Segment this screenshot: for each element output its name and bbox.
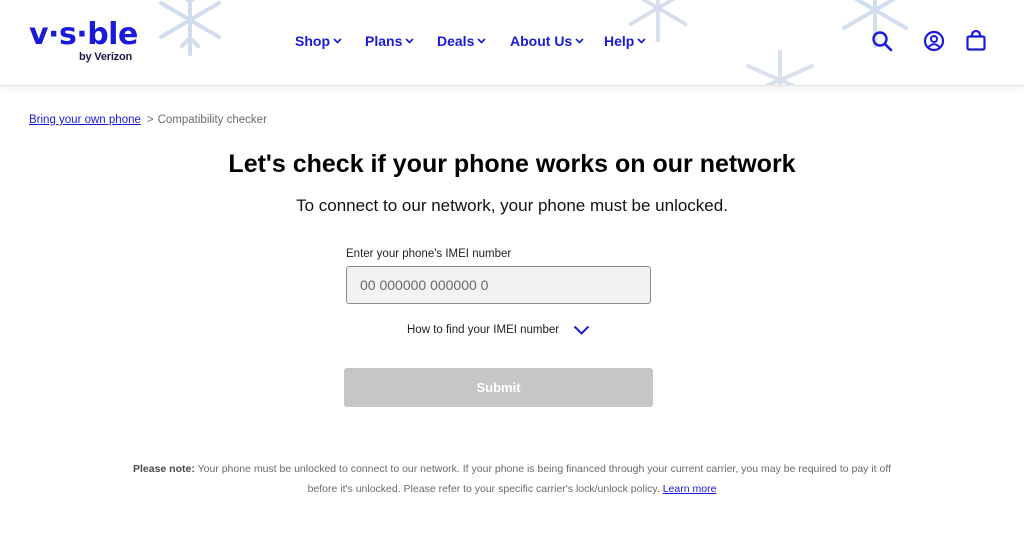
chevron-down-icon <box>575 38 584 44</box>
nav-item-label: Deals <box>437 33 475 49</box>
disclaimer-note: Please note: Your phone must be unlocked… <box>130 459 894 499</box>
submit-button[interactable]: Submit <box>344 368 653 407</box>
chevron-down-icon <box>573 325 590 335</box>
site-header: v·s·ble by Verizon Shop Plans Deals Abou… <box>0 0 1024 86</box>
nav-item-label: Help <box>604 33 635 49</box>
chevron-down-icon <box>477 38 486 44</box>
breadcrumb-separator: > <box>146 114 154 126</box>
imei-field-label: Enter your phone's IMEI number <box>346 248 512 260</box>
breadcrumb: Bring your own phone > Compatibility check… <box>29 114 267 126</box>
note-prefix: Please note: <box>132 463 195 475</box>
note-text: Your phone must be unlocked to connect t… <box>194 463 891 495</box>
nav-item-shop[interactable]: Shop <box>295 33 342 49</box>
nav-item-help[interactable]: Help <box>604 33 646 49</box>
search-icon[interactable] <box>871 30 893 52</box>
nav-item-label: Shop <box>295 33 330 49</box>
page-title: Let's check if your phone works on our n… <box>228 150 796 178</box>
visible-logo[interactable]: v·s·ble by Verizon <box>29 18 139 66</box>
bag-icon[interactable] <box>965 30 987 52</box>
chevron-down-icon <box>333 38 342 44</box>
snowflake-decoration <box>159 0 221 56</box>
how-to-find-imei-toggle[interactable]: How to find your IMEI number <box>407 324 590 336</box>
logo-byline: by Verizon <box>79 51 133 63</box>
snowflake-decoration <box>746 50 814 85</box>
account-icon[interactable] <box>923 30 945 52</box>
page-subtitle: To connect to our network, your phone mu… <box>296 196 728 215</box>
nav-item-label: About Us <box>510 33 573 49</box>
breadcrumb-current: Compatibility checker <box>157 114 267 126</box>
learn-more-link[interactable]: Learn more <box>663 483 717 495</box>
nav-item-deals[interactable]: Deals <box>437 33 486 49</box>
chevron-down-icon <box>405 38 414 44</box>
chevron-down-icon <box>637 38 646 44</box>
imei-input[interactable] <box>346 266 651 304</box>
nav-item-about-us[interactable]: About Us <box>510 33 584 49</box>
nav-item-plans[interactable]: Plans <box>365 33 414 49</box>
breadcrumb-link-byop[interactable]: Bring your own phone <box>29 114 141 126</box>
nav-item-label: Plans <box>365 33 403 49</box>
how-to-find-imei-label: How to find your IMEI number <box>407 324 560 336</box>
logo-wordmark: v·s·ble <box>29 17 138 52</box>
